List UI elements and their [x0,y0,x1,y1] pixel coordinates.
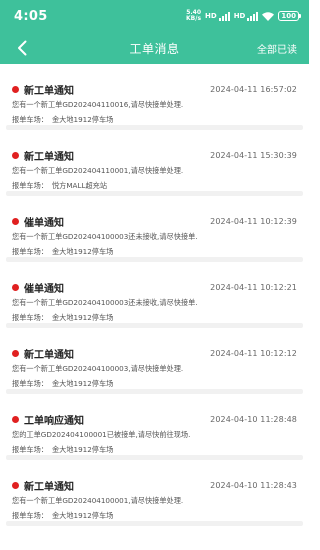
status-bar: 4:05 5.40 KB/s HD HD 100 [0,0,309,32]
nav-bar: 工单消息 全部已读 [0,32,309,64]
list-item[interactable]: 新工单通知 2024-04-11 10:12:12 您有一个新工单GD20240… [0,328,309,394]
message-time: 2024-04-11 15:30:39 [210,150,297,160]
lot-label: 报单车场： [12,181,48,190]
message-title: 催单通知 [24,217,64,229]
lot-label: 报单车场： [12,379,48,388]
unread-dot-icon [12,283,19,291]
page-title: 工单消息 [129,41,180,56]
unread-dot-icon [12,151,19,159]
signal-icon-2 [247,11,259,21]
lot-name: 金大地1912停车场 [51,445,114,454]
lot-label: 报单车场： [12,115,48,124]
message-time: 2024-04-10 11:28:48 [210,414,297,424]
message-title: 新工单通知 [24,349,74,361]
battery-level: 100 [281,12,296,20]
lot-label: 报单车场： [12,313,48,322]
message-time: 2024-04-11 16:57:02 [210,84,297,94]
network-speed: 5.40 KB/s [186,10,201,22]
message-time: 2024-04-10 11:28:43 [210,480,297,490]
message-title: 新工单通知 [24,151,74,163]
lot-label: 报单车场： [12,445,48,454]
message-body: 您有一个新工单GD202404110001,请尽快接单处理. [12,166,184,175]
hd-label-2: HD [233,12,246,20]
message-body: 您有一个新工单GD202404100001,请尽快接单处理. [12,496,184,505]
signal-icon [218,11,230,21]
lot-name: 金大地1912停车场 [51,115,114,124]
lot-name: 金大地1912停车场 [51,313,114,322]
message-title: 新工单通知 [24,85,74,97]
read-all-button[interactable]: 全部已读 [257,32,297,64]
message-title: 新工单通知 [24,481,74,493]
message-body: 您的工单GD202404100001已被接单,请尽快前往现场. [12,430,191,439]
list-item[interactable]: 催单通知 2024-04-11 10:12:21 您有一个新工单GD202404… [0,262,309,328]
lot-label: 报单车场： [12,247,48,256]
message-time: 2024-04-11 10:12:12 [210,348,297,358]
list-item[interactable]: 催单通知 2024-04-11 10:12:39 您有一个新工单GD202404… [0,196,309,262]
wifi-icon [262,11,275,21]
unread-dot-icon [12,85,19,93]
message-title: 工单响应通知 [24,415,84,427]
lot-name: 悦方MALL超充站 [51,181,108,190]
lot-label: 报单车场： [12,511,48,520]
network-speed-unit: KB/s [186,15,202,22]
unread-dot-icon [12,481,19,489]
message-body: 您有一个新工单GD202404100003还未接收,请尽快接单. [12,232,198,241]
message-title: 催单通知 [24,283,64,295]
battery-icon: 100 [278,11,301,21]
unread-dot-icon [12,349,19,357]
status-time: 4:05 [14,8,48,24]
lot-name: 金大地1912停车场 [51,379,114,388]
unread-dot-icon [12,415,19,423]
lot-name: 金大地1912停车场 [51,247,114,256]
chevron-left-icon [18,40,27,56]
list-item[interactable]: 新工单通知 2024-04-11 16:57:02 您有一个新工单GD20240… [0,64,309,130]
message-body: 您有一个新工单GD202404100003还未接收,请尽快接单. [12,298,198,307]
message-list[interactable]: 新工单通知 2024-04-11 16:57:02 您有一个新工单GD20240… [0,64,309,550]
message-time: 2024-04-11 10:12:21 [210,282,297,292]
message-time: 2024-04-11 10:12:39 [210,216,297,226]
message-body: 您有一个新工单GD202404100003,请尽快接单处理. [12,364,184,373]
status-icons: 5.40 KB/s HD HD 100 [186,10,301,22]
lot-name: 金大地1912停车场 [51,511,114,520]
unread-dot-icon [12,217,19,225]
list-item[interactable]: 工单响应通知 2024-04-10 11:28:48 您的工单GD2024041… [0,394,309,460]
back-button[interactable] [6,32,38,64]
list-item[interactable]: 新工单通知 2024-04-11 15:30:39 您有一个新工单GD20240… [0,130,309,196]
message-body: 您有一个新工单GD202404110016,请尽快接单处理. [12,100,184,109]
list-item[interactable]: 新工单通知 2024-04-10 11:28:43 您有一个新工单GD20240… [0,460,309,526]
hd-label: HD [205,12,217,20]
